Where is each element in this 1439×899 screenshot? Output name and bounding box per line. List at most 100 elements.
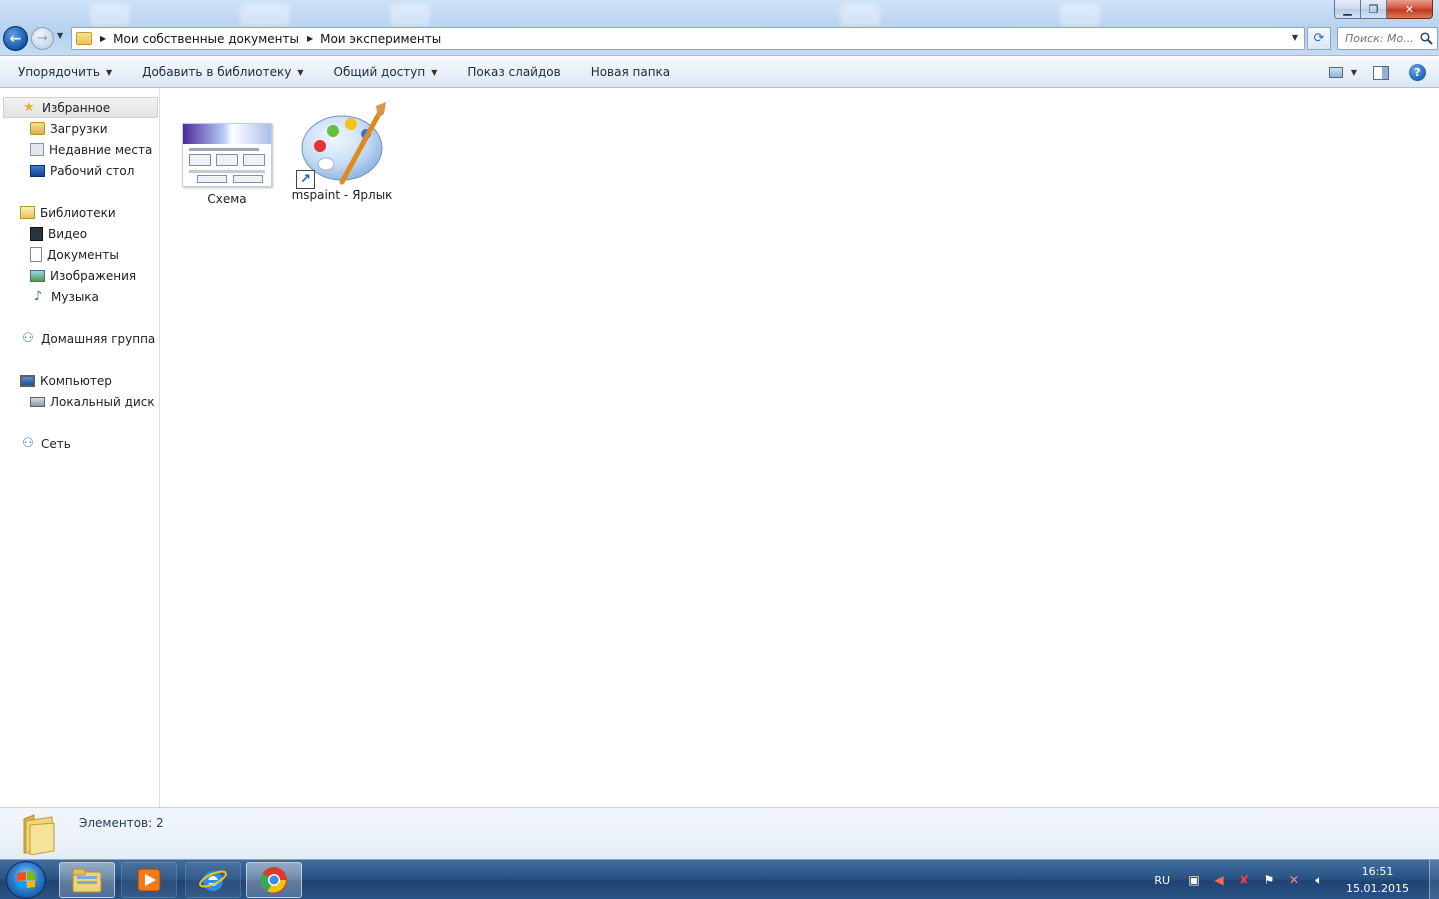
breadcrumb-item[interactable]: Мои эксперименты (320, 32, 441, 46)
navigation-pane: ★ Избранное Загрузки Недавние места Рабо… (0, 89, 160, 807)
refresh-button[interactable]: ⟳ (1307, 27, 1331, 50)
help-icon[interactable]: ? (1409, 64, 1426, 81)
window-controls: ▁ ❐ ✕ (1334, 0, 1433, 19)
folder-icon (76, 32, 92, 45)
nav-libraries[interactable]: Библиотеки (0, 202, 159, 223)
nav-computer-label: Компьютер (40, 373, 112, 388)
change-view-icon[interactable] (1328, 67, 1343, 78)
minimize-button[interactable]: ▁ (1334, 0, 1361, 19)
nav-downloads[interactable]: Загрузки (0, 118, 159, 139)
media-player-icon (137, 868, 161, 892)
search-icon[interactable] (1420, 32, 1433, 45)
chevron-down-icon: ▼ (431, 67, 438, 77)
nav-videos[interactable]: Видео (0, 223, 159, 244)
nav-desktop-label: Рабочий стол (50, 163, 135, 178)
taskbar-internet-explorer-button[interactable] (185, 862, 241, 898)
schema-thumbnail (182, 123, 272, 187)
thumbnail-box (243, 154, 265, 166)
refresh-icon: ⟳ (1313, 31, 1325, 46)
taskbar-explorer-button[interactable] (59, 862, 115, 898)
close-icon: ✕ (1404, 2, 1415, 16)
explorer-folder-icon (72, 868, 102, 893)
shortcut-thumbnail: ↗ (296, 98, 388, 190)
file-list: Схема ↗ mspaint - Ярлык (160, 89, 1439, 807)
nav-pictures[interactable]: Изображения (0, 265, 159, 286)
new-folder-button[interactable]: Новая папка (571, 57, 680, 87)
nav-computer[interactable]: Компьютер (0, 370, 159, 391)
taskbar: RU ▣ ◀ ✘ ⚑ ✕ 🔈︎ 16:51 15.01.2015 (0, 859, 1439, 899)
nav-recent-places[interactable]: Недавние места (0, 139, 159, 160)
documents-library-icon (30, 247, 42, 262)
share-label: Общий доступ (333, 65, 426, 79)
monitor-icon[interactable]: ▣ (1186, 872, 1202, 888)
arrow-left-icon: ← (9, 30, 22, 47)
volume-muted-icon[interactable]: ◀ (1211, 872, 1227, 888)
recent-pages-button[interactable]: ▼ (57, 31, 63, 40)
taskbar-media-player-button[interactable] (121, 862, 177, 898)
thumbnail-box (216, 154, 238, 166)
file-item-schema[interactable]: Схема (172, 118, 282, 206)
nav-videos-label: Видео (48, 226, 88, 241)
nav-documents[interactable]: Документы (0, 244, 159, 265)
downloads-folder-icon (30, 122, 45, 135)
address-bar[interactable]: ▶ Мои собственные документы ▶ Мои экспер… (71, 27, 1305, 50)
add-to-library-menu[interactable]: Добавить в библиотеку ▼ (122, 57, 313, 87)
view-options-dropdown-icon[interactable]: ▼ (1351, 68, 1357, 77)
organize-label: Упорядочить (18, 65, 100, 79)
back-button[interactable]: ← (3, 26, 28, 51)
start-button[interactable] (6, 861, 46, 899)
action-center-icon[interactable]: ⚑ (1261, 872, 1277, 888)
nav-local-disk-label: Локальный диск (C:) (50, 394, 159, 409)
internet-explorer-icon (199, 870, 227, 891)
breadcrumb-separator-icon[interactable]: ▶ (307, 34, 313, 43)
thumbnail-box (197, 175, 227, 183)
background-blur-2 (240, 4, 290, 26)
preview-pane-icon[interactable] (1373, 65, 1389, 80)
address-dropdown-icon[interactable]: ▼ (1292, 33, 1298, 42)
add-to-library-label: Добавить в библиотеку (142, 65, 292, 79)
thumbnail-line (189, 148, 259, 151)
organize-menu[interactable]: Упорядочить ▼ (0, 57, 122, 87)
file-name: mspaint - Ярлык (291, 188, 393, 202)
desktop-icon (30, 164, 45, 177)
clock-time: 16:51 (1361, 865, 1394, 878)
clock[interactable]: 16:51 15.01.2015 (1346, 863, 1409, 897)
nav-libraries-label: Библиотеки (40, 205, 116, 220)
close-button[interactable]: ✕ (1387, 0, 1433, 19)
nav-local-disk[interactable]: Локальный диск (C:) (0, 391, 159, 412)
star-icon: ★ (23, 100, 35, 115)
language-indicator[interactable]: RU (1154, 874, 1170, 887)
speaker-icon[interactable]: 🔈︎ (1311, 872, 1327, 888)
windows-logo-icon (17, 871, 35, 889)
arrow-right-icon: → (37, 31, 48, 46)
background-blur-1 (90, 4, 130, 26)
computer-icon (20, 374, 35, 387)
nav-favorites[interactable]: ★ Избранное (3, 97, 158, 118)
file-item-mspaint-shortcut[interactable]: ↗ mspaint - Ярлык (287, 98, 397, 202)
restore-button[interactable]: ❐ (1361, 0, 1387, 19)
chevron-down-icon: ▼ (105, 67, 113, 77)
network-disconnected-icon[interactable]: ✕ (1286, 872, 1302, 888)
breadcrumb-item[interactable]: Мои собственные документы (113, 32, 299, 46)
show-desktop-button[interactable] (1429, 860, 1439, 899)
music-note-icon: ♪ (33, 289, 43, 304)
nav-downloads-label: Загрузки (50, 121, 108, 136)
folder-icon (23, 814, 55, 855)
nav-music-label: Музыка (51, 289, 99, 304)
nav-network[interactable]: ⚇ Сеть (0, 433, 159, 454)
image-thumbnail (181, 118, 273, 188)
antivirus-icon[interactable]: ✘ (1236, 872, 1252, 888)
taskbar-chrome-button[interactable] (246, 862, 302, 898)
nav-music[interactable]: ♪ Музыка (0, 286, 159, 307)
breadcrumb-separator-icon[interactable]: ▶ (100, 34, 106, 43)
forward-button[interactable]: → (31, 27, 54, 50)
search-input[interactable] (1345, 32, 1415, 45)
share-menu[interactable]: Общий доступ ▼ (314, 57, 448, 87)
nav-desktop[interactable]: Рабочий стол (0, 160, 159, 181)
nav-favorites-label: Избранное (42, 100, 111, 115)
command-bar: Упорядочить ▼ Добавить в библиотеку ▼ Об… (0, 57, 1439, 88)
slideshow-button[interactable]: Показ слайдов (447, 57, 570, 87)
nav-homegroup[interactable]: ⚇ Домашняя группа (0, 328, 159, 349)
homegroup-icon: ⚇ (22, 331, 34, 346)
search-box[interactable] (1337, 27, 1438, 50)
